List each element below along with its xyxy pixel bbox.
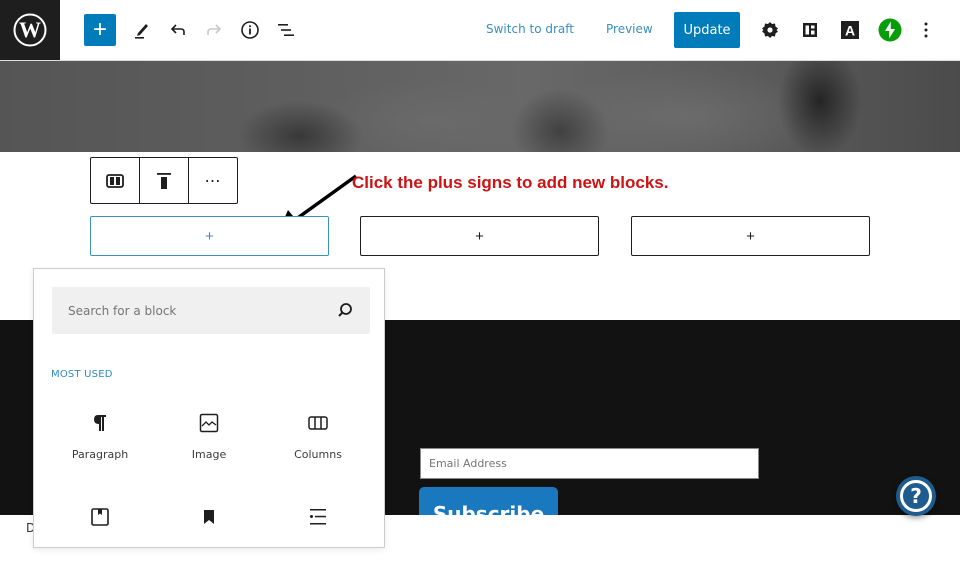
undo-button[interactable] bbox=[162, 14, 194, 46]
plus-icon: + bbox=[92, 16, 107, 43]
info-icon bbox=[241, 21, 259, 39]
reusable-bookmark-frame-icon bbox=[88, 505, 112, 529]
block-item-label: Paragraph bbox=[71, 448, 129, 461]
settings-button[interactable] bbox=[754, 14, 786, 46]
jetpack-button[interactable] bbox=[874, 14, 906, 46]
cover-image[interactable] bbox=[0, 61, 960, 152]
list-view-icon bbox=[278, 24, 294, 36]
block-inserter-panel: MOST USED Paragraph Image Columns bbox=[33, 268, 385, 548]
pencil-tools-icon bbox=[135, 24, 148, 39]
annotation-text: Click the plus signs to add new blocks. bbox=[352, 173, 669, 192]
more-menu-button[interactable] bbox=[910, 14, 942, 46]
svg-text:W: W bbox=[19, 17, 41, 42]
font-a-icon: A bbox=[841, 21, 859, 39]
most-used-heading: MOST USED bbox=[51, 369, 113, 380]
paragraph-icon bbox=[88, 411, 112, 435]
search-icon bbox=[338, 303, 352, 317]
column-1-add-block-button[interactable]: + bbox=[90, 216, 329, 256]
columns-block-icon bbox=[106, 173, 124, 188]
block-toolbar: ⋯ bbox=[90, 157, 238, 204]
ellipsis-icon: ⋯ bbox=[204, 172, 222, 190]
more-options-button[interactable]: ⋯ bbox=[189, 158, 237, 203]
align-top-icon bbox=[157, 172, 171, 189]
column-2-add-block-button[interactable]: + bbox=[360, 216, 599, 256]
details-button[interactable] bbox=[234, 14, 266, 46]
block-item-reusable[interactable] bbox=[50, 499, 150, 569]
block-item-columns[interactable]: Columns bbox=[268, 405, 368, 475]
image-icon bbox=[197, 411, 221, 435]
list-icon bbox=[306, 505, 330, 529]
block-type-switcher[interactable] bbox=[91, 158, 140, 203]
columns-icon bbox=[306, 411, 330, 435]
font-plugin-button[interactable]: A bbox=[834, 14, 866, 46]
undo-icon bbox=[170, 24, 185, 35]
list-view-button[interactable] bbox=[270, 14, 302, 46]
block-item-image[interactable]: Image bbox=[159, 405, 259, 475]
settings-gear-icon bbox=[762, 22, 778, 38]
wordpress-logo[interactable]: W bbox=[0, 0, 60, 60]
help-button[interactable]: ? bbox=[896, 476, 936, 516]
question-icon: ? bbox=[900, 480, 932, 512]
tools-button[interactable] bbox=[126, 14, 158, 46]
vertical-align-button[interactable] bbox=[140, 158, 189, 203]
block-item-bookmark[interactable] bbox=[159, 499, 259, 569]
jetpack-bolt-icon bbox=[878, 18, 902, 42]
redo-icon bbox=[207, 24, 222, 35]
preview-button[interactable]: Preview bbox=[606, 22, 653, 36]
add-block-button[interactable]: + bbox=[84, 14, 116, 46]
email-address-input[interactable] bbox=[420, 448, 759, 479]
more-vertical-icon bbox=[924, 22, 928, 38]
column-3-add-block-button[interactable]: + bbox=[631, 216, 870, 256]
update-button[interactable]: Update bbox=[674, 12, 740, 48]
wordpress-logo-icon: W bbox=[13, 13, 47, 47]
block-item-list[interactable] bbox=[268, 499, 368, 569]
svg-text:A: A bbox=[845, 23, 855, 39]
block-search-input[interactable] bbox=[52, 287, 332, 334]
block-item-label: Columns bbox=[294, 448, 342, 461]
switch-to-draft-button[interactable]: Switch to draft bbox=[486, 22, 574, 36]
block-item-paragraph[interactable]: Paragraph bbox=[50, 405, 150, 475]
block-search bbox=[52, 287, 370, 334]
bookmark-icon bbox=[197, 505, 221, 529]
layout-icon bbox=[803, 23, 817, 37]
block-item-label: Image bbox=[191, 448, 227, 461]
editor-top-bar: W + Switch to draft Preview Update A bbox=[0, 0, 960, 61]
layout-plugin-button[interactable] bbox=[794, 14, 826, 46]
redo-button[interactable] bbox=[198, 14, 230, 46]
